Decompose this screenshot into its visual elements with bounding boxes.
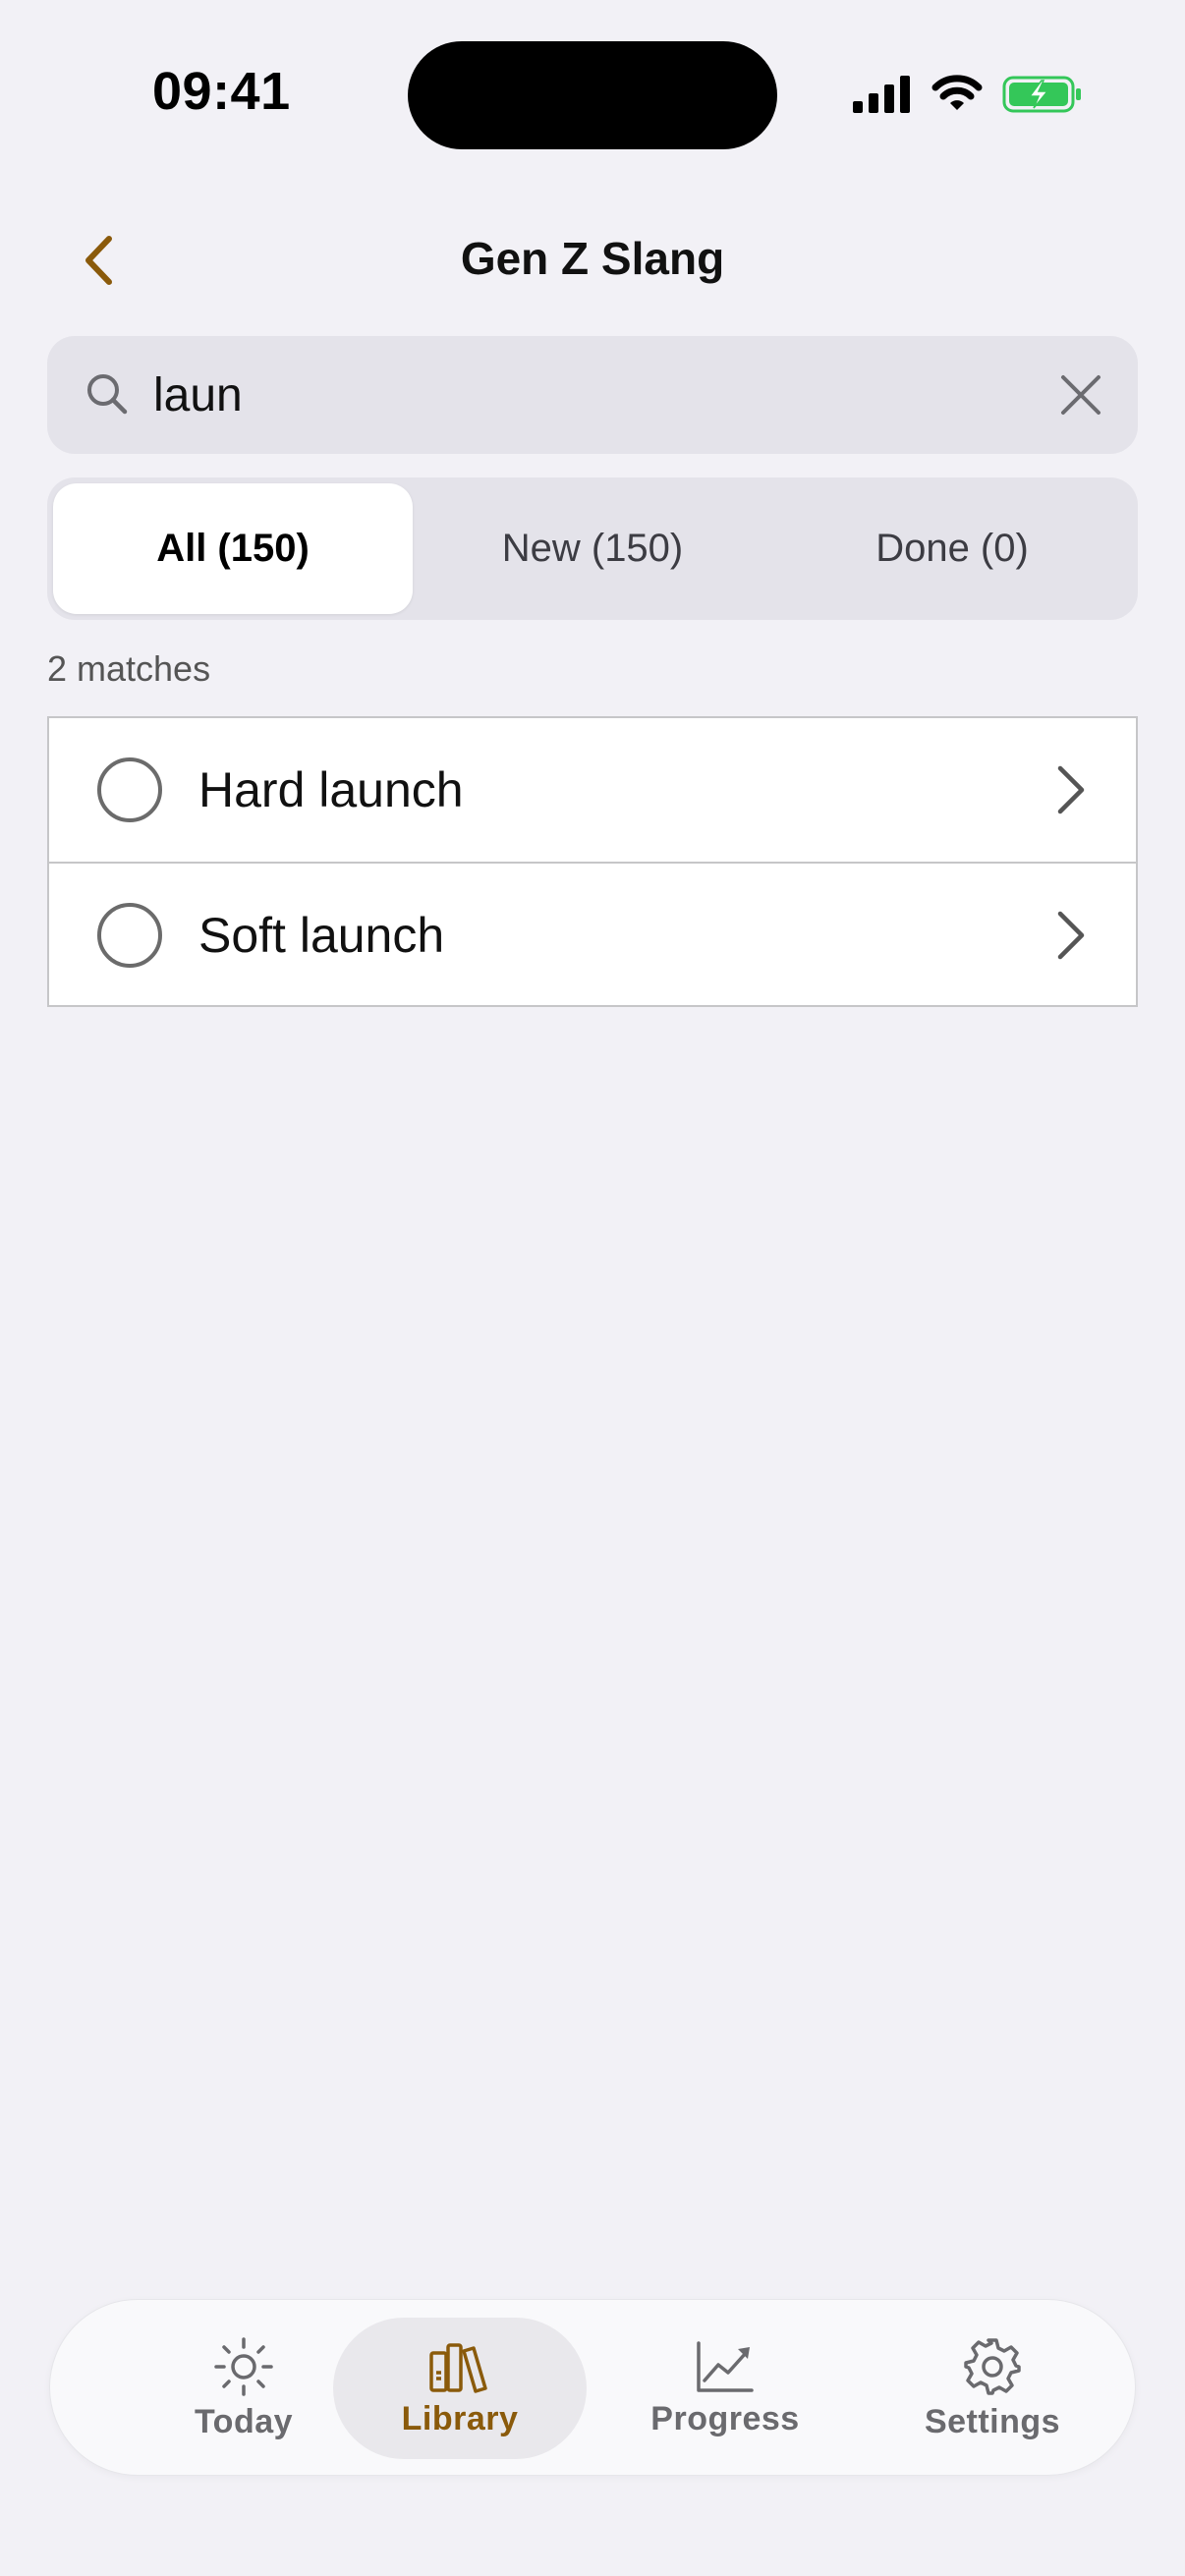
gear-icon — [964, 2337, 1021, 2395]
tab-settings[interactable]: Settings — [866, 2318, 1119, 2459]
wifi-icon — [931, 75, 983, 110]
chevron-right-icon — [1057, 911, 1085, 960]
status-icons — [853, 75, 1083, 114]
battery-charging-icon — [1002, 76, 1081, 113]
list-item-label: Hard launch — [198, 762, 464, 817]
segment-all[interactable]: All (150) — [53, 483, 413, 614]
tab-label: Library — [401, 2399, 519, 2437]
search-icon — [87, 374, 128, 415]
incomplete-circle-icon[interactable] — [97, 903, 162, 968]
tab-label: Today — [194, 2402, 294, 2440]
page-title: Gen Z Slang — [460, 233, 725, 284]
tab-label: Settings — [924, 2402, 1061, 2440]
chart-icon — [697, 2340, 754, 2392]
search-input[interactable] — [153, 360, 1038, 430]
search-bar — [47, 336, 1138, 454]
filter-segmented-control: All (150) New (150) Done (0) — [47, 477, 1138, 620]
list-item[interactable]: Hard launch — [49, 718, 1136, 862]
incomplete-circle-icon[interactable] — [97, 757, 162, 822]
tab-progress[interactable]: Progress — [598, 2318, 852, 2459]
dynamic-island — [408, 41, 777, 149]
status-time: 09:41 — [152, 62, 291, 121]
list-item[interactable]: Soft launch — [49, 862, 1136, 1005]
segment-new[interactable]: New (150) — [413, 483, 772, 614]
cellular-signal-icon — [853, 76, 910, 113]
tab-label: Progress — [650, 2399, 800, 2437]
library-search-screen: 09:41 Gen Z Slang laun All (150) New (15… — [0, 0, 1185, 2576]
chevron-right-icon — [1057, 765, 1085, 814]
results-list: Hard launch Soft launch — [47, 716, 1138, 1007]
segment-done[interactable]: Done (0) — [772, 483, 1132, 614]
tab-library[interactable]: Library — [333, 2318, 587, 2459]
tab-bar: Today Library Progress Settings — [49, 2299, 1136, 2476]
list-item-label: Soft launch — [198, 908, 445, 963]
match-count: 2 matches — [47, 648, 211, 689]
sun-icon — [214, 2336, 273, 2396]
books-icon — [429, 2342, 487, 2393]
clear-search-icon[interactable] — [1057, 371, 1104, 419]
